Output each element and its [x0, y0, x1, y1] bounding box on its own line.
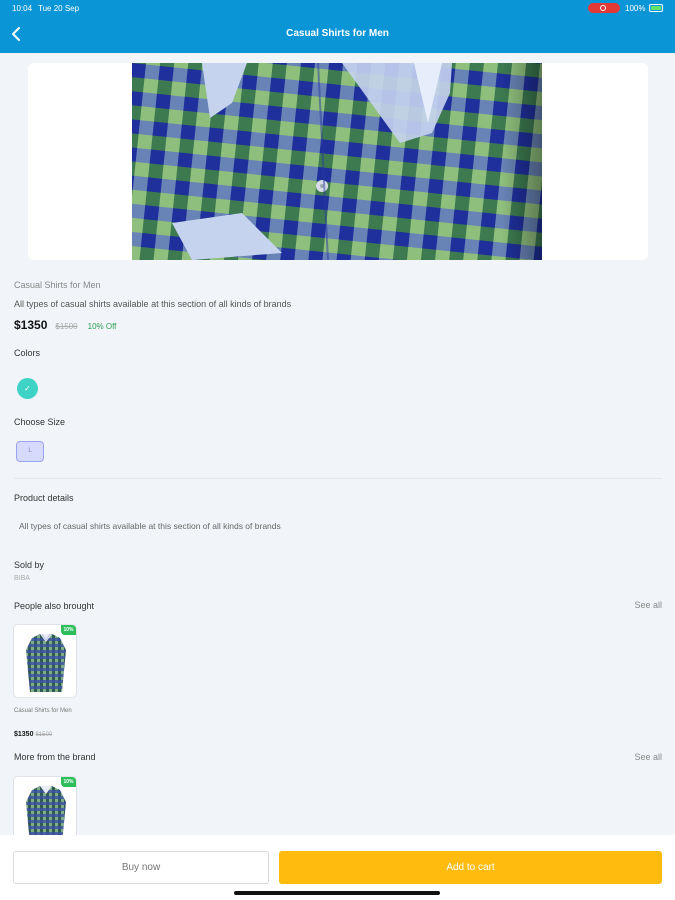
seller-name[interactable]: BIBA	[14, 575, 30, 582]
product-thumbnail	[26, 633, 66, 692]
size-label: Choose Size	[14, 417, 66, 427]
color-swatch[interactable]: ✓	[17, 378, 38, 399]
more-brand-heading: More from the brand	[14, 752, 96, 762]
buy-now-button[interactable]: Buy now	[13, 851, 269, 884]
product-card[interactable]: 10%	[13, 624, 77, 698]
product-price: $1350	[14, 318, 48, 332]
check-icon: ✓	[24, 384, 31, 393]
battery-percent: 100%	[625, 4, 646, 13]
status-time: 10:04	[12, 4, 33, 13]
also-bought-heading: People also brought	[14, 601, 95, 611]
colors-label: Colors	[14, 348, 41, 358]
size-option-l[interactable]: L	[16, 441, 44, 462]
discount-label: 10% Off	[87, 322, 117, 331]
page-title: Casual Shirts for Men	[286, 28, 389, 39]
see-all-link[interactable]: See all	[634, 600, 662, 610]
see-all-link[interactable]: See all	[634, 752, 662, 762]
status-date: Tue 20 Sep	[38, 4, 80, 13]
home-indicator[interactable]	[234, 891, 440, 895]
screen-record-icon	[588, 3, 620, 13]
product-card-name: Casual Shirts for Men	[14, 708, 72, 714]
product-card-price: $1350 $1500	[14, 731, 52, 738]
app-bar: Casual Shirts for Men	[0, 16, 675, 53]
add-to-cart-button[interactable]: Add to cart	[279, 851, 662, 884]
product-details-text: All types of casual shirts available at …	[19, 521, 281, 531]
sold-by-label: Sold by	[14, 560, 45, 570]
status-bar: 10:04 Tue 20 Sep 100%	[0, 0, 675, 16]
divider	[14, 478, 662, 479]
product-description: All types of casual shirts available at …	[14, 299, 292, 309]
price-row: $1350 $1500 10% Off	[14, 318, 116, 332]
product-image[interactable]	[28, 63, 648, 260]
product-name: Casual Shirts for Men	[14, 280, 101, 290]
product-details-label: Product details	[14, 493, 74, 503]
battery-icon	[649, 4, 663, 12]
card-mrp: $1500	[35, 732, 53, 738]
bottom-action-bar: Buy now Add to cart	[0, 835, 675, 900]
product-mrp: $1500	[55, 322, 78, 331]
card-price: $1350	[14, 731, 34, 738]
